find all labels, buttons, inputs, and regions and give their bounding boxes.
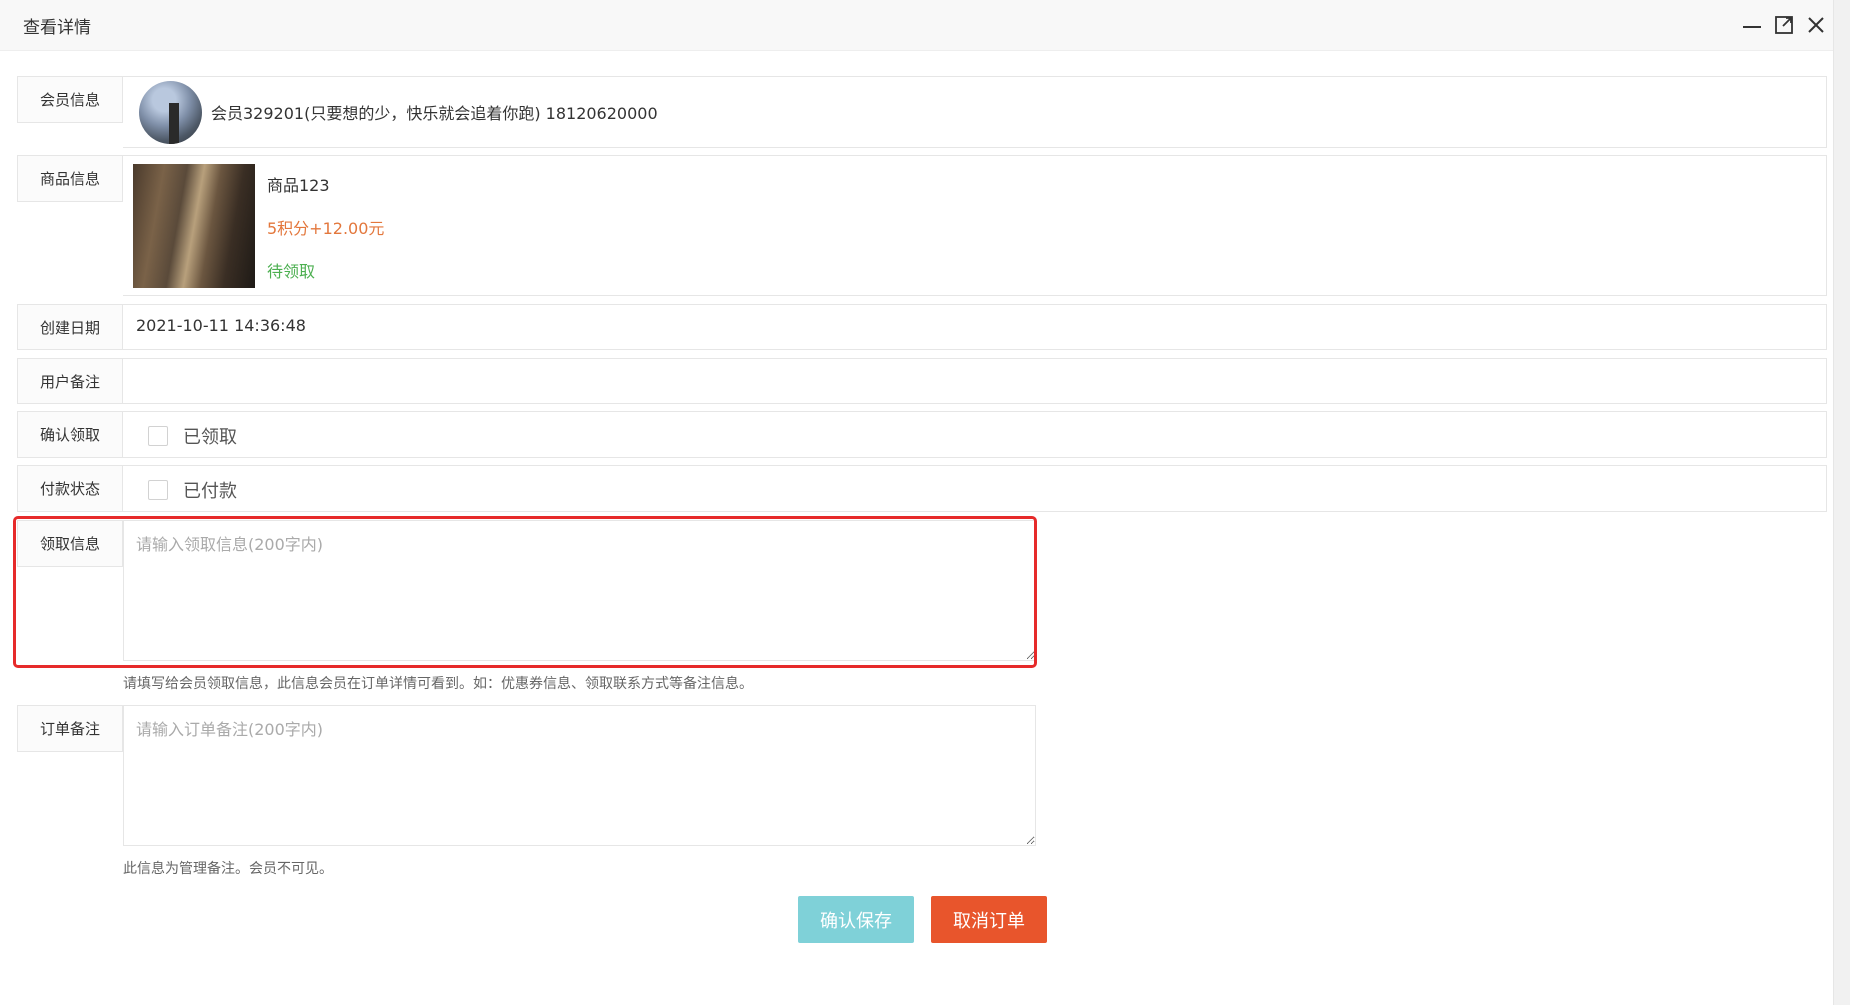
confirm-pickup-content: 已领取 [123,411,1827,458]
confirm-pickup-label: 确认领取 [17,411,123,458]
goods-price: 5积分+12.00元 [267,219,385,238]
goods-name: 商品123 [267,176,330,195]
paid-checkbox-label[interactable]: 已付款 [183,477,237,503]
confirm-save-button[interactable]: 确认保存 [798,896,914,943]
picked-up-checkbox-box[interactable] [148,426,168,446]
dialog-title: 查看详情 [23,18,91,38]
goods-info-label: 商品信息 [17,155,123,202]
confirm-pickup-row: 确认领取 已领取 [17,411,1827,458]
user-note-row: 用户备注 [17,358,1827,404]
goods-info-row: 商品信息 商品123 5积分+12.00元 待领取 [17,155,1827,296]
picked-up-checkbox[interactable]: 已领取 [148,423,237,449]
created-date-label: 创建日期 [17,304,123,350]
member-info-row: 会员信息 会员329201(只要想的少，快乐就会追着你跑) 1812062000… [17,76,1827,148]
cancel-order-button[interactable]: 取消订单 [931,896,1047,943]
scrollbar[interactable] [1833,0,1850,1005]
created-date-content: 2021-10-11 14:36:48 [123,304,1827,350]
goods-info-content: 商品123 5积分+12.00元 待领取 [123,155,1827,296]
picked-up-checkbox-label[interactable]: 已领取 [183,423,237,449]
user-note-label: 用户备注 [17,358,123,404]
payment-status-row: 付款状态 已付款 [17,465,1827,512]
minimize-icon[interactable] [1739,12,1765,38]
highlight-box [13,516,1037,668]
paid-checkbox[interactable]: 已付款 [148,477,237,503]
payment-status-content: 已付款 [123,465,1827,512]
close-icon[interactable] [1803,12,1829,38]
payment-status-label: 付款状态 [17,465,123,512]
member-info-label: 会员信息 [17,76,123,123]
dialog-titlebar: 查看详情 [0,0,1834,51]
member-info-content: 会员329201(只要想的少，快乐就会追着你跑) 18120620000 [123,76,1827,148]
member-text: 会员329201(只要想的少，快乐就会追着你跑) 18120620000 [211,104,658,123]
order-note-hint: 此信息为管理备注。会员不可见。 [123,861,333,877]
user-note-content [123,358,1827,404]
goods-status: 待领取 [267,262,316,281]
paid-checkbox-box[interactable] [148,480,168,500]
pickup-info-hint: 请填写给会员领取信息，此信息会员在订单详情可看到。如：优惠券信息、领取联系方式等… [123,676,753,692]
order-note-label: 订单备注 [17,705,123,752]
order-note-textarea[interactable] [123,705,1036,846]
created-date-value: 2021-10-11 14:36:48 [136,316,306,335]
goods-image [133,164,255,288]
avatar [139,81,202,144]
maximize-icon[interactable] [1771,12,1797,38]
created-date-row: 创建日期 2021-10-11 14:36:48 [17,304,1827,350]
